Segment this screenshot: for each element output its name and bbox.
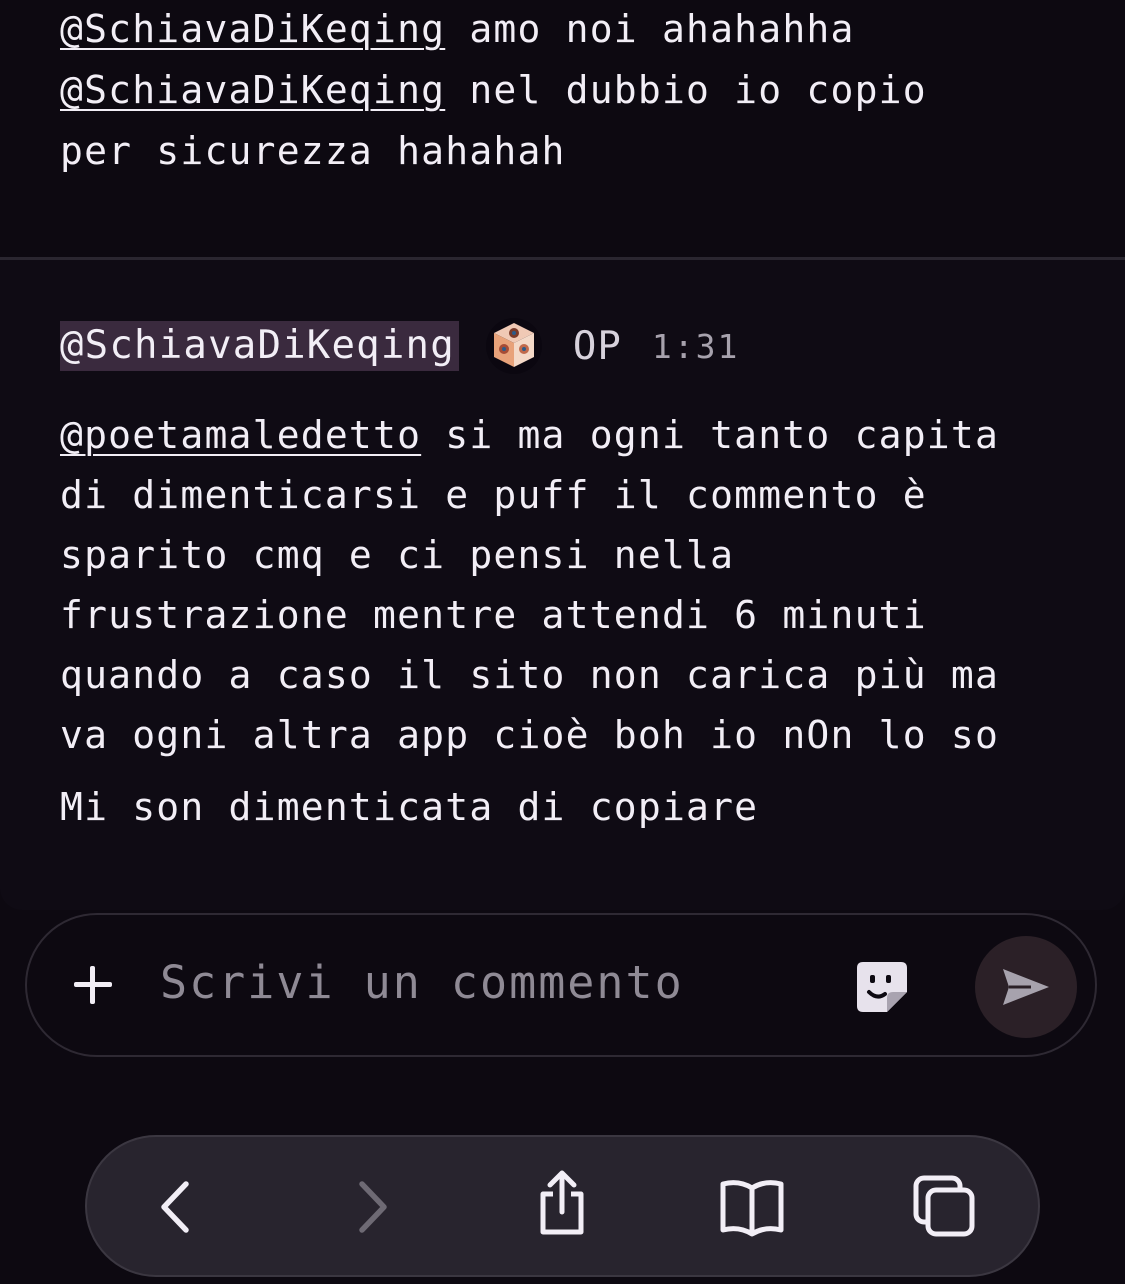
comment-line: quando a caso il sito non carica più ma: [60, 653, 1000, 697]
previous-comment-text: @SchiavaDiKeqing amo noi ahahahha @Schia…: [60, 0, 1070, 182]
comment-line: @SchiavaDiKeqing amo noi ahahahha: [60, 0, 1070, 60]
bookmarks-icon[interactable]: [717, 1172, 787, 1242]
comment-header: @SchiavaDiKeqing OP 1:31: [60, 317, 740, 375]
op-badge: OP: [572, 323, 622, 369]
comment-text: per sicurezza hahahah: [60, 129, 566, 173]
comment-input[interactable]: Scrivi un commento: [160, 956, 684, 1009]
comment-line: di dimenticarsi e puff il commento è: [60, 473, 927, 517]
back-icon[interactable]: [140, 1172, 210, 1242]
mention-link[interactable]: @SchiavaDiKeqing: [60, 7, 445, 51]
tabs-icon[interactable]: [910, 1172, 980, 1242]
comment-line: sparito cmq e ci pensi nella: [60, 533, 735, 577]
comment-line: Mi son dimenticata di copiare: [60, 785, 759, 829]
comment-body: @poetamaledetto si ma ogni tanto capita …: [60, 405, 1070, 837]
comment-text: si ma ogni tanto capita: [421, 413, 1000, 457]
comment-line: frustrazione mentre attendi 6 minuti: [60, 593, 927, 637]
send-button[interactable]: [975, 936, 1077, 1038]
plus-icon[interactable]: [70, 962, 116, 1008]
comment-text: nel dubbio io copio: [445, 68, 927, 112]
comment-timestamp: 1:31: [651, 326, 740, 366]
comment-line: @SchiavaDiKeqing nel dubbio io copio: [60, 60, 1070, 121]
forward-icon[interactable]: [338, 1172, 408, 1242]
share-icon[interactable]: [527, 1168, 597, 1238]
send-icon: [1003, 969, 1049, 1005]
comment-line: @poetamaledetto si ma ogni tanto capita: [60, 405, 1070, 465]
mention-link[interactable]: @poetamaledetto: [60, 413, 421, 457]
comment-text: amo noi ahahahha: [445, 7, 855, 51]
author-username[interactable]: @SchiavaDiKeqing: [60, 321, 459, 371]
comment-line: va ogni altra app cioè boh io nOn lo so: [60, 713, 1000, 757]
mention-link[interactable]: @SchiavaDiKeqing: [60, 68, 445, 112]
sticker-icon[interactable]: [855, 960, 909, 1014]
comment-line: per sicurezza hahahah: [60, 121, 1070, 182]
cube-avatar-icon[interactable]: [485, 317, 543, 375]
